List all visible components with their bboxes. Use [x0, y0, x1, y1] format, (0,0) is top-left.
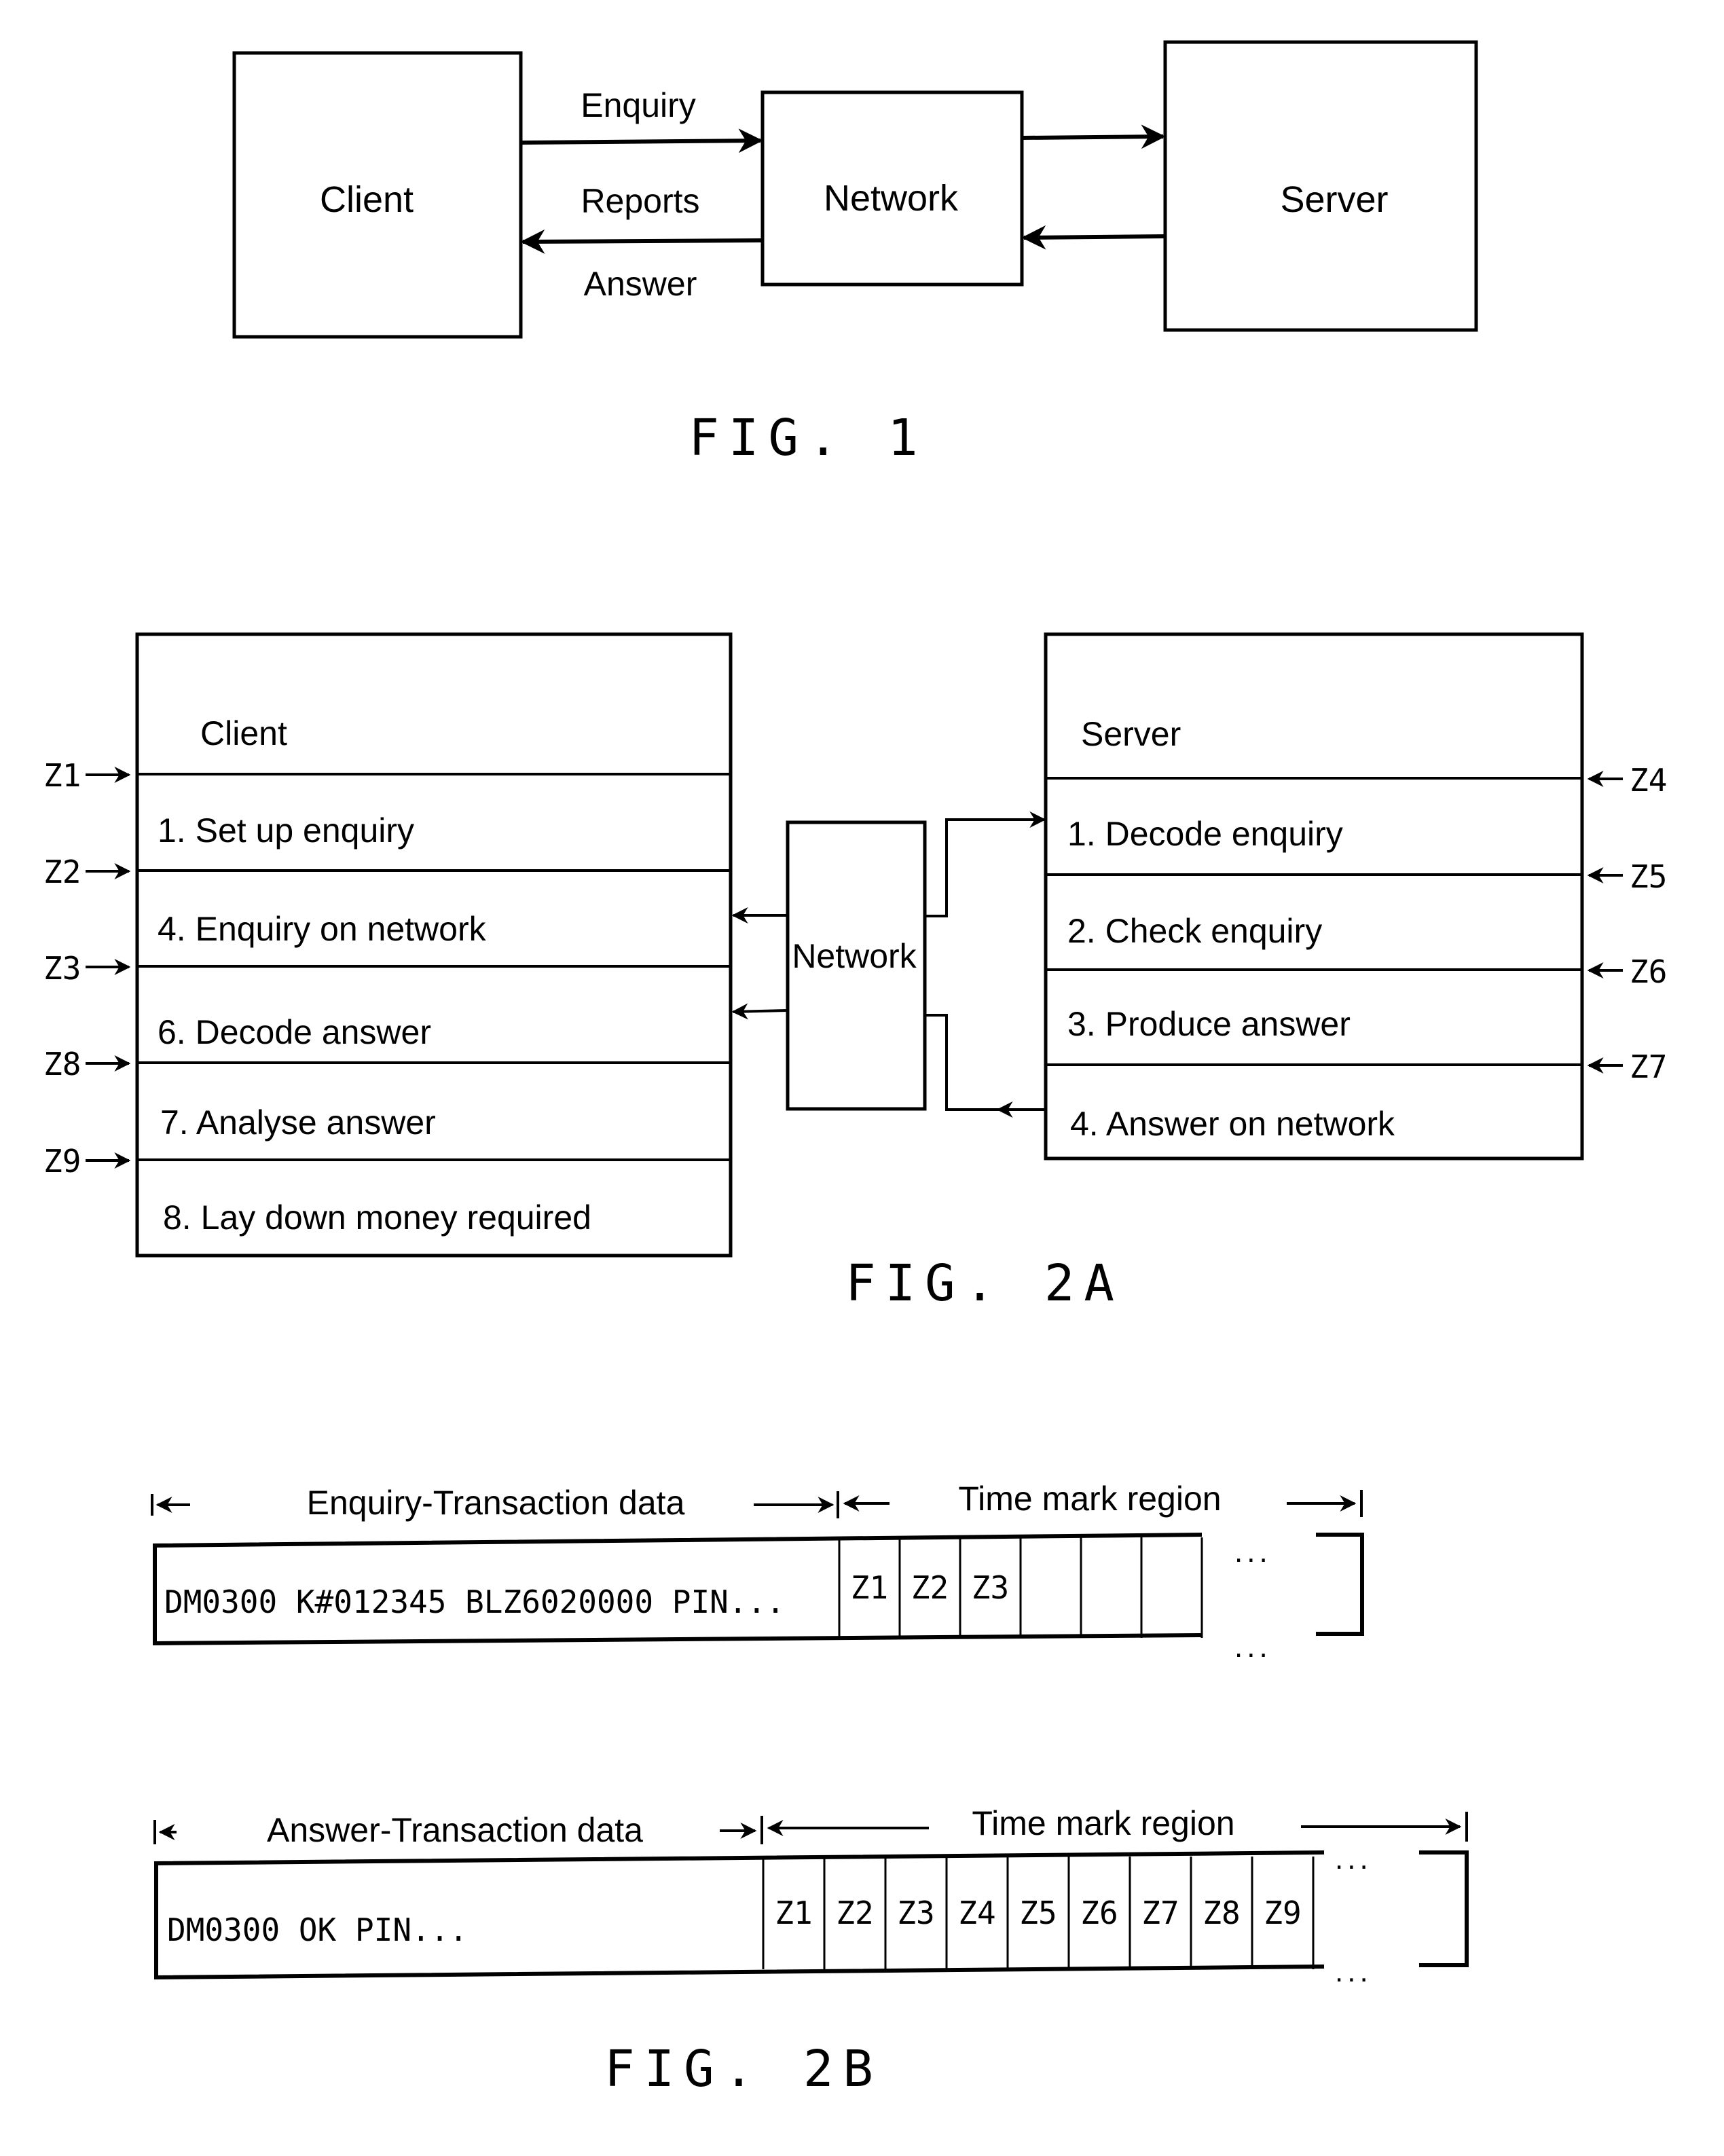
time-mark-cell: Z6: [1080, 1895, 1118, 1931]
fig1-server-to-network-arrow: [1021, 225, 1166, 250]
time-mark-cell: Z2: [911, 1569, 949, 1606]
client-step: 7. Analyse answer: [160, 1103, 436, 1141]
fig1-network-to-server-arrow: [1021, 124, 1166, 149]
time-mark-cell: Z8: [1203, 1895, 1240, 1931]
time-mark-label: Z7: [1630, 1048, 1667, 1085]
server-step: 2. Check enquiry: [1067, 912, 1322, 950]
server-step: 4. Answer on network: [1070, 1105, 1395, 1143]
fig2a-server-title: Server: [1081, 715, 1181, 753]
client-to-network-answer-arrow: [731, 1003, 788, 1020]
enquiry-record-header: Enquiry-Transaction data Time mark regio…: [151, 1480, 1363, 1522]
time-mark-cell: Z2: [836, 1895, 873, 1931]
time-mark-cell: Z3: [897, 1895, 934, 1931]
server-step: 3. Produce answer: [1067, 1005, 1351, 1043]
enquiry-data-label: Enquiry-Transaction data: [307, 1484, 685, 1522]
patent-drawing-sheet: Client Network Server Enquiry Reports An…: [43, 40, 1667, 2098]
fig2a-server-box: [1044, 632, 1584, 1161]
client-step: 8. Lay down money required: [163, 1199, 591, 1237]
continuation-dots-bottom: ...: [1234, 1630, 1272, 1664]
time-mark-cell: Z3: [972, 1569, 1009, 1606]
answer-data-value: DM0300 OK PIN...: [167, 1912, 468, 1948]
time-mark-cell: Z4: [958, 1895, 995, 1931]
server-to-network-answer-connector: [925, 1014, 1044, 1111]
time-mark-cell: Z1: [775, 1895, 812, 1931]
time-mark-label: Z8: [43, 1046, 81, 1082]
time-mark-cell: Z5: [1019, 1895, 1057, 1931]
answer-time-mark-cells: Z1 Z2 Z3 Z4 Z5 Z6 Z7 Z8 Z9: [762, 1857, 1315, 1969]
fig1-answer-arrow: [520, 229, 763, 254]
answer-data-label: Answer-Transaction data: [267, 1811, 643, 1849]
time-mark-label: Z9: [43, 1143, 81, 1180]
time-mark-label: Z1: [43, 757, 81, 794]
client-step: 6. Decode answer: [158, 1013, 431, 1051]
fig1: Client Network Server Enquiry Reports An…: [232, 40, 1478, 467]
answer-record-end-bracket: [1419, 1850, 1469, 1967]
client-step: 4. Enquiry on network: [158, 910, 487, 948]
enquiry-data-value: DM0300 K#012345 BLZ6020000 PIN...: [164, 1584, 785, 1620]
fig2a: Client 1. Set up enquiry 4. Enquiry on n…: [43, 632, 1667, 1313]
fig1-server-label: Server: [1280, 179, 1388, 220]
time-mark-label: Z2: [43, 854, 81, 890]
fig2a-client-title: Client: [200, 714, 287, 752]
fig2a-network-label: Network: [792, 937, 917, 975]
fig1-enquiry-arrow: [520, 128, 763, 153]
continuation-dots-bottom: ...: [1335, 1955, 1372, 1988]
time-mark-label: Z6: [1630, 953, 1667, 990]
answer-record: DM0300 OK PIN... Z1 Z2 Z3 Z4 Z5 Z6 Z7 Z8 Z9 ... …: [154, 1842, 1469, 1988]
enquiry-record: DM0300 K#012345 BLZ6020000 PIN... Z1 Z2 Z3…: [153, 1533, 1364, 1664]
fig1-network-label: Network: [824, 178, 959, 219]
client-step: 1. Set up enquiry: [158, 811, 414, 849]
time-mark-label: Z5: [1630, 858, 1667, 895]
fig1-answer-label: Answer: [584, 265, 697, 303]
answer-region-label: Time mark region: [972, 1804, 1234, 1842]
fig1-enquiry-label: Enquiry: [581, 86, 696, 124]
time-mark-label: Z4: [1630, 762, 1667, 799]
network-to-server-enquiry-connector: [925, 811, 1046, 917]
fig2b: Enquiry-Transaction data Time mark regio…: [151, 1480, 1469, 2098]
continuation-dots-top: ...: [1234, 1535, 1272, 1569]
time-mark-cell: Z7: [1141, 1895, 1179, 1931]
enquiry-time-mark-cells: Z1 Z2 Z3: [838, 1537, 1203, 1638]
fig2a-caption: FIG. 2A: [845, 1254, 1124, 1313]
enquiry-region-label: Time mark region: [958, 1480, 1221, 1518]
time-mark-cell: Z1: [851, 1569, 888, 1606]
answer-record-header: Answer-Transaction data Time mark region: [153, 1804, 1468, 1849]
fig1-caption: FIG. 1: [689, 409, 927, 467]
enquiry-record-end-bracket: [1316, 1533, 1364, 1636]
time-mark-cell: Z9: [1264, 1895, 1301, 1931]
fig1-client-label: Client: [320, 179, 414, 220]
fig2b-caption: FIG. 2B: [604, 2040, 883, 2098]
time-mark-label: Z3: [43, 950, 81, 987]
server-step: 1. Decode enquiry: [1067, 815, 1343, 853]
continuation-dots-top: ...: [1335, 1842, 1372, 1876]
fig1-reports-label: Reports: [581, 182, 699, 220]
